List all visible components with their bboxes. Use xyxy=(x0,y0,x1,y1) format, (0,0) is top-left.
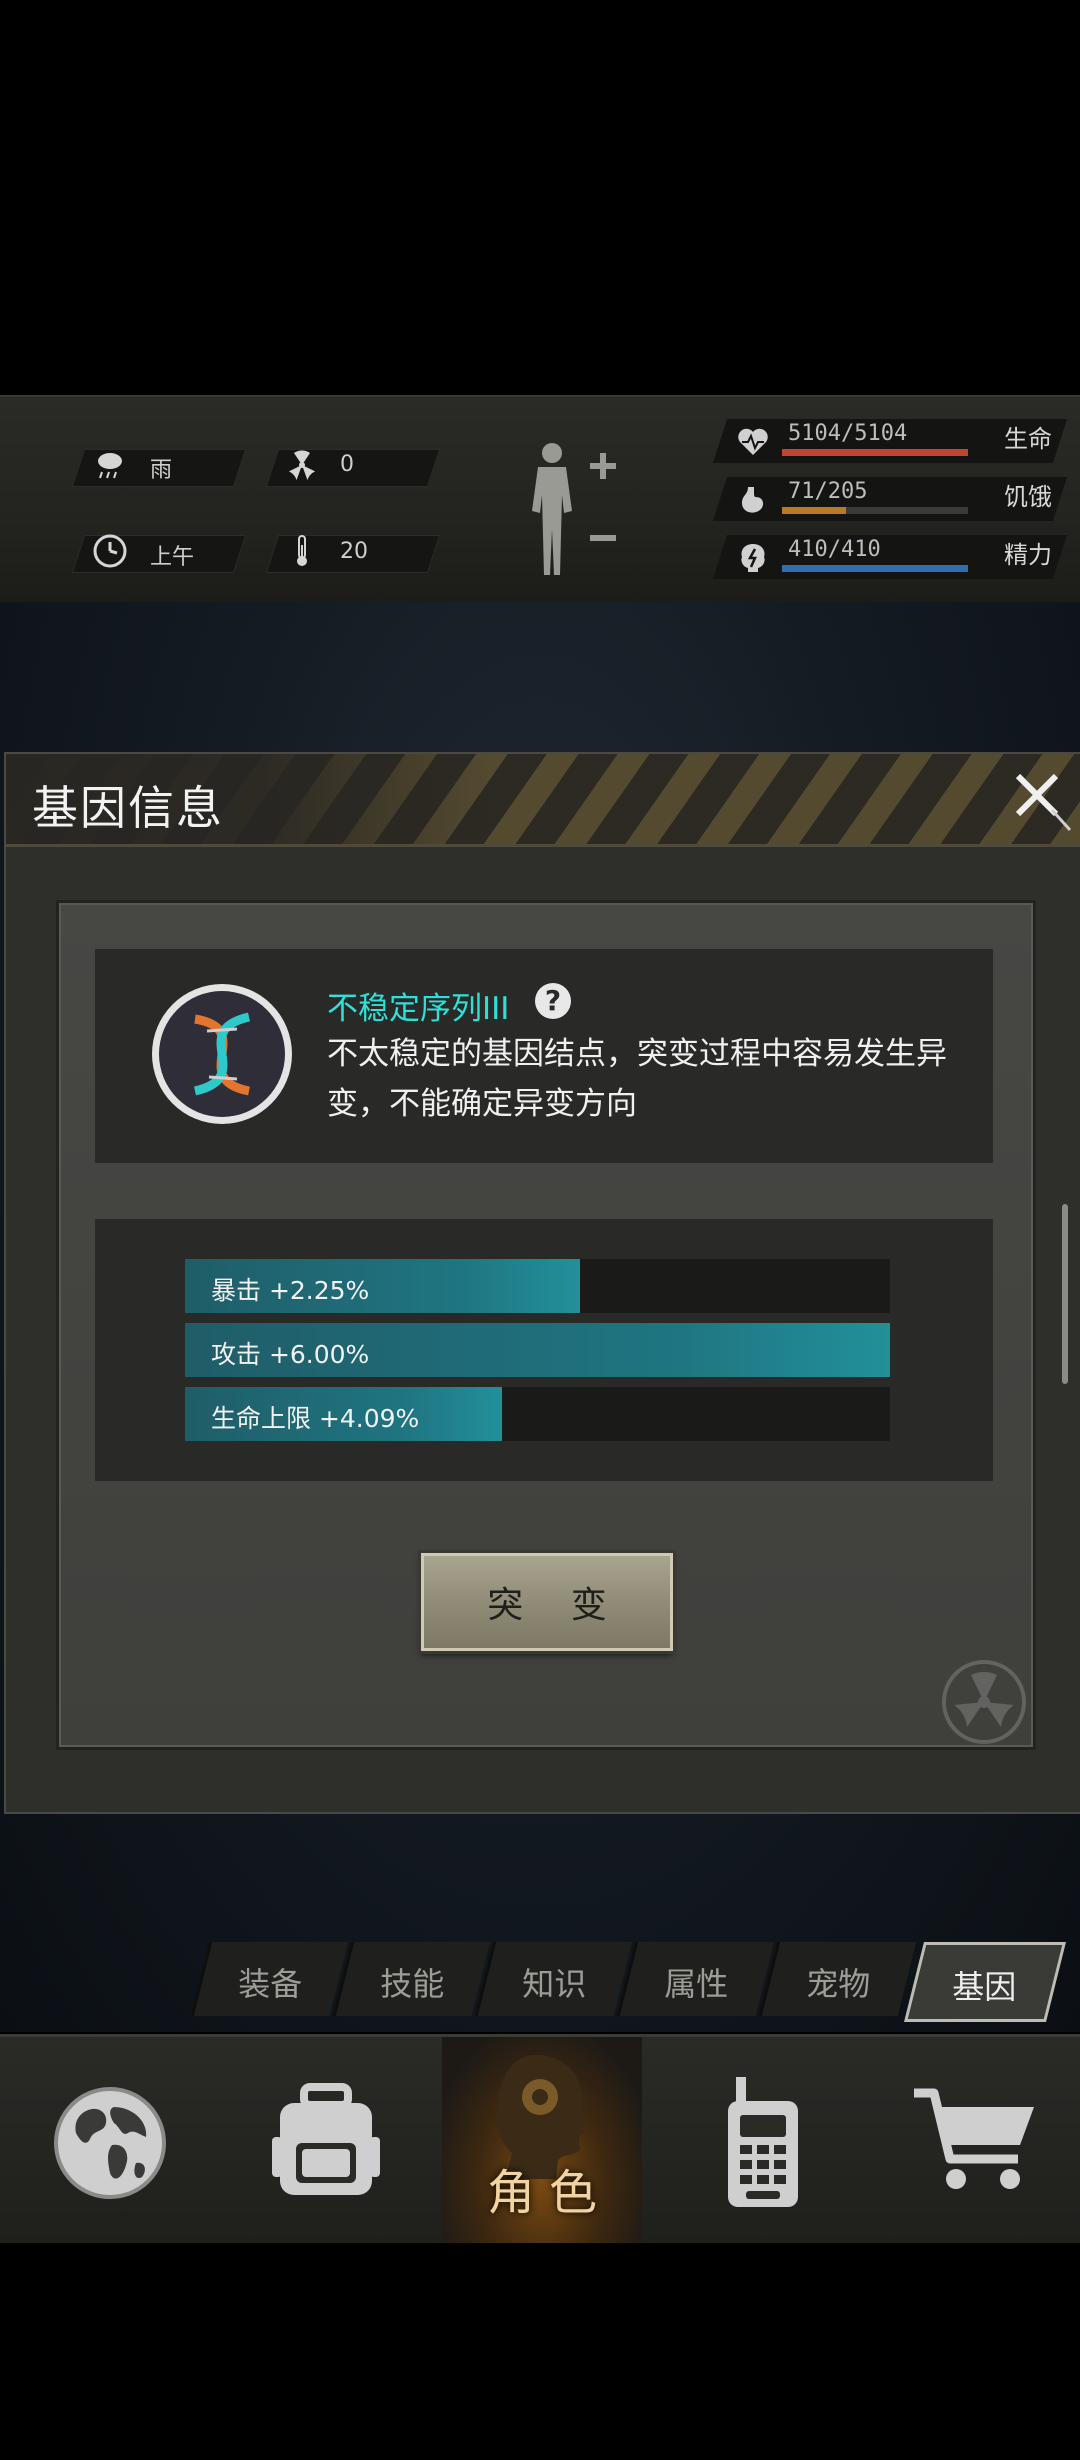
radiation-value: 0 xyxy=(340,452,354,477)
tab-label: 知识 xyxy=(522,1965,587,2003)
nav-radio[interactable] xyxy=(680,2037,850,2243)
tab-label: 属性 xyxy=(664,1965,729,2003)
heart-icon xyxy=(738,428,768,455)
shopping-cart-icon xyxy=(914,2088,1034,2189)
energy-resource: 410/410 精力 xyxy=(712,535,1068,579)
status-bar: 雨 0 上午 20 5104/5104 生命 71/205 饥饿 410/410… xyxy=(0,395,1080,604)
tab-genes[interactable]: 基因 xyxy=(904,1942,1066,2022)
scrollbar[interactable] xyxy=(1062,1204,1068,1384)
hunger-label: 饥饿 xyxy=(1004,483,1052,511)
character-tabs: 装备 技能 知识 属性 宠物 基因 xyxy=(190,1942,1080,2022)
dialog-title: 基因信息 xyxy=(32,781,224,835)
gene-name: 不稳定序列III xyxy=(327,991,510,1027)
clock-icon xyxy=(93,534,127,568)
stomach-icon xyxy=(742,487,764,513)
tab-label: 装备 xyxy=(238,1965,303,2003)
close-icon[interactable] xyxy=(1006,764,1076,834)
bonus-row: 暴击 +2.25% xyxy=(185,1259,890,1313)
tab-pets[interactable]: 宠物 xyxy=(758,1942,917,2016)
bonus-row: 攻击 +6.00% xyxy=(185,1323,890,1377)
life-resource: 5104/5104 生命 xyxy=(712,419,1068,463)
nav-role[interactable]: 角色 xyxy=(442,2037,642,2243)
nav-role-label: 角色 xyxy=(486,2165,611,2221)
tab-label: 基因 xyxy=(952,1968,1017,2006)
nav-world[interactable] xyxy=(20,2037,200,2243)
nav-backpack[interactable] xyxy=(230,2037,420,2243)
bonus-box: 暴击 +2.25% 攻击 +6.00% 生命上限 +4.09% xyxy=(95,1219,993,1481)
life-bar-fill xyxy=(782,449,968,456)
gene-info-box: 不稳定序列III ? 不太稳定的基因结点，突变过程中容易发生异变，不能确定异变方… xyxy=(95,949,993,1163)
mutate-button-label: 突 变 xyxy=(487,1585,625,1626)
gene-description: 不太稳定的基因结点，突变过程中容易发生异变，不能确定异变方向 xyxy=(327,1036,947,1122)
tab-equipment[interactable]: 装备 xyxy=(190,1942,349,2016)
life-label: 生命 xyxy=(1004,425,1052,453)
time-label: 上午 xyxy=(150,545,195,570)
radiation-watermark-icon xyxy=(942,1660,1026,1744)
life-value: 5104/5104 xyxy=(788,421,908,446)
dna-icon xyxy=(152,984,292,1124)
help-icon[interactable]: ? xyxy=(535,983,571,1019)
brain-icon xyxy=(741,544,765,572)
rain-cloud-icon xyxy=(98,453,122,479)
bonus-label: 暴击 +2.25% xyxy=(211,1276,370,1305)
thermometer-icon xyxy=(297,535,307,566)
energy-value: 410/410 xyxy=(788,537,881,562)
bonus-label: 生命上限 +4.09% xyxy=(211,1404,420,1433)
nav-shop[interactable] xyxy=(880,2037,1070,2243)
walkie-talkie-icon xyxy=(728,2077,798,2207)
tab-attributes[interactable]: 属性 xyxy=(616,1942,775,2016)
gene-info-dialog: 基因信息 不稳定序列III ? 不太稳定的基因结点，突变过程中容易发生异变，不能… xyxy=(4,752,1080,1814)
hunger-value: 71/205 xyxy=(788,479,868,504)
energy-bar-fill xyxy=(782,565,968,572)
energy-label: 精力 xyxy=(1004,541,1052,569)
tab-skills[interactable]: 技能 xyxy=(332,1942,491,2016)
tab-label: 宠物 xyxy=(806,1965,871,2003)
hunger-bar-fill xyxy=(782,507,847,514)
mutate-button[interactable]: 突 变 xyxy=(421,1553,673,1651)
bonus-row: 生命上限 +4.09% xyxy=(185,1387,890,1441)
weather-label: 雨 xyxy=(150,458,173,483)
tab-label: 技能 xyxy=(380,1965,445,2003)
bottom-nav: 角色 xyxy=(0,2034,1080,2243)
bonus-label: 攻击 +6.00% xyxy=(211,1340,370,1369)
hunger-resource: 71/205 饥饿 xyxy=(712,477,1068,521)
globe-icon xyxy=(54,2087,166,2199)
radiation-icon xyxy=(288,450,316,481)
body-status-icon[interactable] xyxy=(520,439,620,579)
gene-panel: 不稳定序列III ? 不太稳定的基因结点，突变过程中容易发生异变，不能确定异变方… xyxy=(56,900,1036,1750)
backpack-icon xyxy=(272,2083,380,2195)
temperature-value: 20 xyxy=(340,539,368,564)
tab-knowledge[interactable]: 知识 xyxy=(474,1942,633,2016)
